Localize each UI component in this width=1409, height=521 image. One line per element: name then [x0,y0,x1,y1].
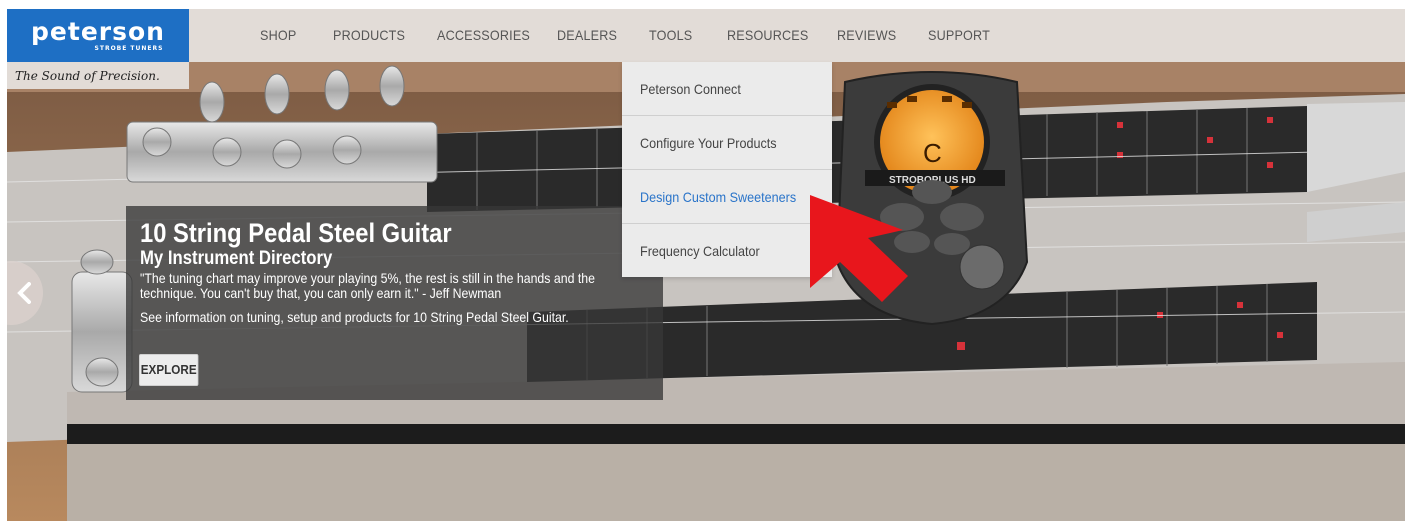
nav-support[interactable]: SUPPORT [928,9,990,62]
nav-shop[interactable]: SHOP [260,9,296,62]
menu-item-peterson-connect[interactable]: Peterson Connect [622,62,832,116]
nav-resources[interactable]: RESOURCES [727,9,808,62]
chevron-left-icon [17,282,31,304]
tagline: The Sound of Precision. [7,62,189,89]
nav-dealers[interactable]: DEALERS [557,9,617,62]
red-arrow-icon [810,195,908,302]
slide-title: 10 String Pedal Steel Guitar [140,218,452,248]
slide-caption: 10 String Pedal Steel Guitar My Instrume… [126,206,663,400]
tagline-text: The Sound of Precision. [15,68,160,83]
main-nav: SHOP PRODUCTS ACCESSORIES DEALERS TOOLS … [7,9,1405,62]
menu-item-configure-products[interactable]: Configure Your Products [622,116,832,170]
slide-info: See information on tuning, setup and pro… [140,309,569,325]
tuner-note: C [923,138,942,168]
slide-subtitle: My Instrument Directory [140,248,333,269]
slide-quote: "The tuning chart may improve your playi… [140,270,595,301]
nav-tools[interactable]: TOOLS [649,9,692,62]
nav-products[interactable]: PRODUCTS [333,9,405,62]
nav-accessories[interactable]: ACCESSORIES [437,9,530,62]
site-header: peterson STROBE TUNERS SHOP PRODUCTS ACC… [7,9,1405,62]
explore-button[interactable]: EXPLORE [139,354,199,386]
nav-reviews[interactable]: REVIEWS [837,9,896,62]
